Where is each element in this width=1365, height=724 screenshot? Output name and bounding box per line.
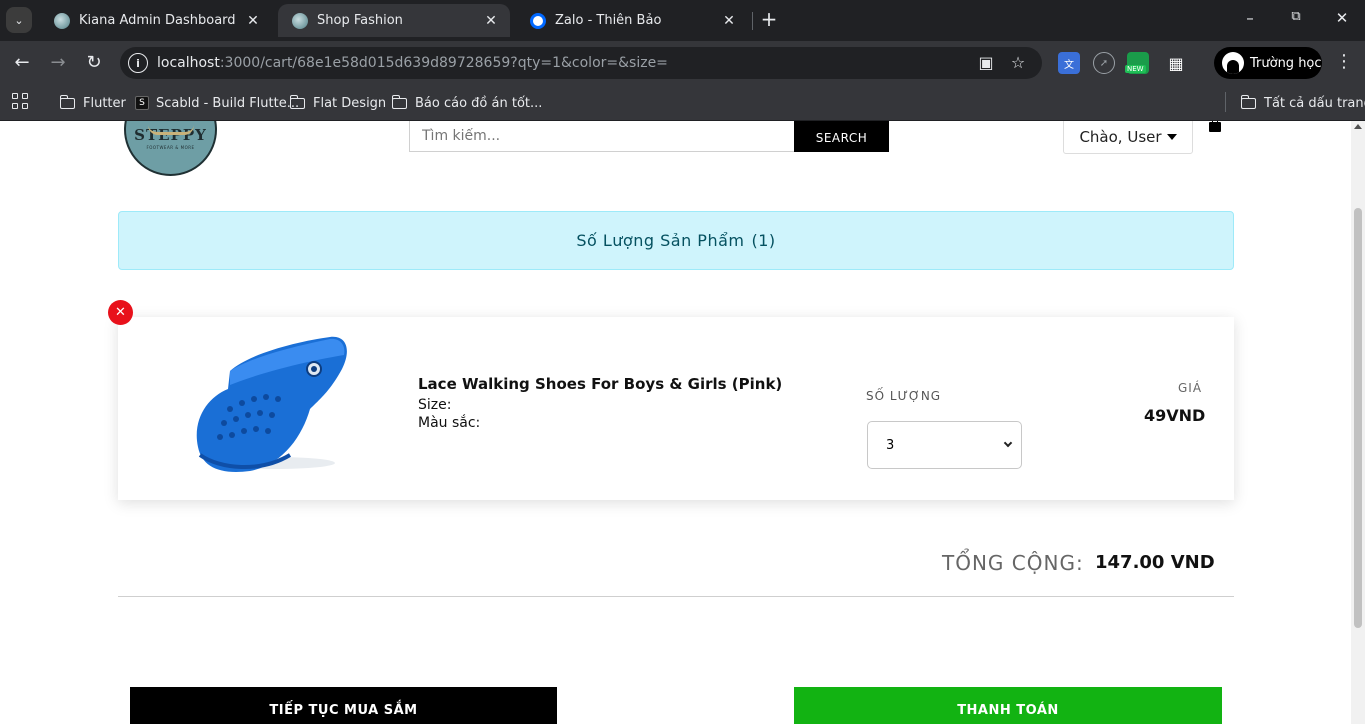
bookmark-bao-cao[interactable]: Báo cáo đồ án tốt... (391, 92, 543, 114)
new-tab-plus-icon[interactable]: + (758, 8, 780, 30)
cart-count-label: Số Lượng Sản Phẩm (576, 231, 745, 250)
user-menu-dropdown[interactable]: Chào, User (1063, 121, 1193, 154)
tab-kiana-admin[interactable]: Kiana Admin Dashboard ✕ (40, 4, 272, 37)
extensions-puzzle-icon[interactable]: ▦ (1165, 52, 1187, 74)
address-bar[interactable]: i localhost:3000/cart/68e1e58d015d639d89… (120, 47, 1042, 79)
bookmark-star-icon[interactable]: ☆ (1008, 53, 1028, 73)
tab-close-icon[interactable]: ✕ (244, 13, 262, 29)
folder-icon (289, 94, 305, 109)
cart-item-card: Lace Walking Shoes For Boys & Girls (Pin… (118, 317, 1234, 500)
total-label: TỔNG CỘNG: (942, 551, 1084, 575)
page-scrollbar[interactable] (1351, 121, 1365, 724)
product-image[interactable] (190, 327, 355, 477)
caret-down-icon (1166, 133, 1177, 140)
tab-divider (752, 12, 753, 30)
browser-toolbar: ← → ↻ i localhost:3000/cart/68e1e58d015d… (0, 41, 1365, 85)
divider (118, 596, 1234, 597)
bookmark-flat-design[interactable]: Flat Design (289, 92, 387, 114)
quantity-select[interactable]: 3 (867, 421, 1022, 469)
tab-close-icon[interactable]: ✕ (482, 13, 500, 29)
tab-favicon-icon (292, 12, 308, 29)
scabld-icon: S (135, 96, 149, 110)
bookmarks-bar: Flutter S Scabld - Build Flutte... Flat D… (0, 85, 1365, 121)
scroll-thumb[interactable] (1354, 208, 1362, 628)
search-button[interactable]: SEARCH (794, 121, 889, 152)
new-extension-icon[interactable]: NEW (1125, 52, 1149, 74)
product-color: Màu sắc: (418, 415, 481, 431)
continue-shopping-button[interactable]: TIẾP TỤC MUA SẮM (130, 687, 557, 724)
restore-icon[interactable]: ⧉ (1284, 9, 1308, 24)
new-badge: NEW (1125, 65, 1146, 73)
bookmark-scabld[interactable]: S Scabld - Build Flutte... (135, 92, 299, 114)
chevron-down-icon (1003, 438, 1013, 448)
bookmark-label: Tất cả dấu trang (1264, 95, 1365, 111)
page-viewport: STEPPY FOOTWEAR & MORE SEARCH Chào, User… (0, 121, 1351, 724)
install-app-icon[interactable]: ▣ (976, 53, 996, 73)
more-menu-icon[interactable]: ⋮ (1334, 51, 1354, 72)
folder-icon (59, 94, 75, 109)
remove-item-icon[interactable]: ✕ (108, 300, 133, 325)
browser-tab-bar: ⌄ Kiana Admin Dashboard ✕ Shop Fashion ✕… (0, 0, 1365, 41)
logo-tagline: FOOTWEAR & MORE (146, 145, 195, 150)
bookmark-divider (1225, 92, 1226, 112)
tab-shop-fashion[interactable]: Shop Fashion ✕ (278, 4, 510, 37)
compass-extension-icon[interactable]: ➚ (1093, 52, 1115, 74)
tab-search-chevron-icon[interactable]: ⌄ (6, 7, 32, 33)
tab-title: Shop Fashion (317, 13, 403, 28)
scroll-up-arrow-icon[interactable] (1354, 124, 1362, 129)
cart-count-value: (1) (751, 231, 776, 250)
forward-arrow-icon[interactable]: → (45, 50, 71, 76)
bookmark-label: Flutter (83, 95, 126, 111)
profile-name: Trường học (1250, 55, 1322, 71)
bookmark-label: Flat Design (313, 95, 387, 111)
site-logo[interactable]: STEPPY FOOTWEAR & MORE (124, 121, 217, 176)
folder-icon (391, 94, 407, 109)
product-size: Size: (418, 397, 452, 413)
tab-title: Kiana Admin Dashboard (79, 13, 236, 28)
back-arrow-icon[interactable]: ← (9, 50, 35, 76)
profile-button[interactable]: Trường học (1214, 47, 1322, 79)
shopping-bag-icon[interactable] (1209, 121, 1221, 132)
checkout-button[interactable]: THANH TOÁN (794, 687, 1222, 724)
quantity-label: SỐ LƯỢNG (866, 389, 942, 403)
bookmark-label: Báo cáo đồ án tốt... (415, 95, 543, 111)
site-info-icon[interactable]: i (128, 53, 148, 73)
cart-count-banner: Số Lượng Sản Phẩm (1) (118, 211, 1234, 270)
reload-icon[interactable]: ↻ (81, 50, 107, 76)
folder-icon (1240, 94, 1256, 109)
quantity-value: 3 (886, 437, 895, 453)
total-value: 147.00 VND (1095, 552, 1215, 573)
all-bookmarks[interactable]: Tất cả dấu trang (1240, 92, 1365, 114)
logo-shoe-graphic (147, 125, 194, 135)
tab-title: Zalo - Thiên Bảo (555, 13, 662, 28)
tab-zalo[interactable]: Zalo - Thiên Bảo ✕ (516, 4, 748, 37)
search-input[interactable] (409, 121, 795, 152)
tab-close-icon[interactable]: ✕ (720, 13, 738, 29)
bookmark-flutter[interactable]: Flutter (59, 92, 126, 114)
price-value: 49VND (1144, 406, 1206, 425)
greeting-text: Chào, User (1079, 127, 1162, 146)
minimize-icon[interactable]: – (1238, 9, 1262, 27)
price-label: GIÁ (1178, 381, 1203, 395)
apps-grid-icon[interactable] (12, 93, 28, 109)
url-text[interactable]: localhost:3000/cart/68e1e58d015d639d8972… (157, 55, 668, 71)
zalo-favicon-icon (530, 12, 546, 29)
product-name[interactable]: Lace Walking Shoes For Boys & Girls (Pin… (418, 375, 782, 393)
avatar-icon (1222, 52, 1244, 74)
tab-favicon-icon (54, 12, 70, 29)
window-close-icon[interactable]: ✕ (1330, 9, 1354, 27)
translate-extension-icon[interactable]: 文 (1058, 52, 1080, 74)
bookmark-label: Scabld - Build Flutte... (156, 95, 300, 111)
